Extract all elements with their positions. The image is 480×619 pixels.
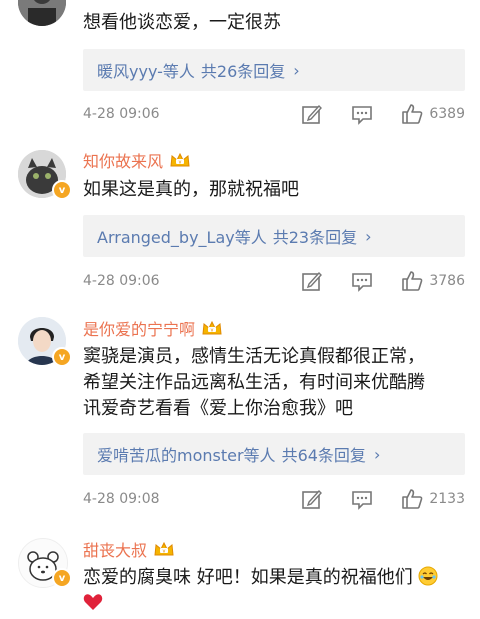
- username[interactable]: 是你爱的宁宁啊: [83, 316, 195, 340]
- verified-badge-icon: v: [52, 180, 72, 200]
- comment-line: 窦骁是演员，感情生活无论真假都很正常，: [83, 346, 425, 367]
- chevron-right-icon: ›: [293, 60, 300, 80]
- heart-emoji-icon: [83, 593, 470, 619]
- crown-icon: v: [154, 541, 174, 556]
- comment-actions: 2133: [301, 484, 465, 514]
- username-row: 甜丧大叔 v: [83, 537, 175, 561]
- svg-text:v: v: [211, 328, 214, 334]
- comment-icon[interactable]: [351, 270, 373, 292]
- comment-text: 窦骁是演员，感情生活无论真假都很正常， 希望关注作品远离私生活，有时间来优酷腾 …: [83, 344, 460, 422]
- reply-users: 爱啃苦瓜的monster等人: [97, 446, 276, 465]
- edit-icon[interactable]: [301, 103, 323, 125]
- timestamp: 4-28 09:06: [83, 106, 160, 122]
- edit-icon[interactable]: [301, 270, 323, 292]
- like-count: 2133: [429, 491, 465, 507]
- username-row: 知你故来风 v: [83, 148, 191, 172]
- reply-users: Arranged_by_Lay等人: [97, 228, 267, 247]
- crown-icon: v: [202, 320, 222, 335]
- chevron-right-icon: ›: [365, 226, 372, 246]
- replies-link[interactable]: Arranged_by_Lay等人 共23条回复 ›: [83, 215, 465, 257]
- avatar-image-icon: [18, 0, 66, 26]
- comment-meta: 4-28 09:06 3786: [83, 266, 465, 296]
- like-button[interactable]: 6389: [401, 103, 465, 125]
- like-button[interactable]: 2133: [401, 488, 465, 510]
- chevron-right-icon: ›: [373, 444, 381, 464]
- like-button[interactable]: 3786: [401, 270, 465, 292]
- comment-actions: 3786: [301, 266, 465, 296]
- comment-line: 讯爱奇艺看看《爱上你治愈我》吧: [83, 398, 353, 419]
- timestamp: 4-28 09:06: [83, 273, 160, 289]
- comment-feed: 想看他谈恋爱，一定很苏 暖风yyy-等人 共26条回复 › 4-28 09:06…: [0, 0, 480, 610]
- comment-actions: 6389: [301, 99, 465, 129]
- replies-link[interactable]: 爱啃苦瓜的monster等人 共64条回复 ›: [83, 433, 465, 475]
- reply-users: 暖风yyy-等人: [97, 62, 195, 81]
- edit-icon[interactable]: [301, 488, 323, 510]
- svg-text:v: v: [179, 160, 182, 166]
- comment-text: 如果这是真的，那就祝福吧: [83, 179, 299, 200]
- comment-icon[interactable]: [351, 103, 373, 125]
- reply-count: 共23条回复: [272, 228, 358, 247]
- comment-line: 恋爱的腐臭味 好吧！如果是真的祝福他们: [83, 567, 413, 588]
- comment-meta: 4-28 09:08 2133: [83, 484, 465, 514]
- laughing-emoji-icon: [418, 566, 438, 586]
- comment-text: 恋爱的腐臭味 好吧！如果是真的祝福他们: [83, 565, 470, 619]
- reply-count: 共26条回复: [200, 62, 286, 81]
- comment-icon[interactable]: [351, 488, 373, 510]
- comment-text: 想看他谈恋爱，一定很苏: [83, 12, 281, 33]
- like-count: 6389: [429, 106, 465, 122]
- like-icon: [402, 104, 423, 124]
- like-count: 3786: [429, 273, 465, 289]
- username[interactable]: 知你故来风: [83, 148, 163, 172]
- reply-count: 共64条回复: [281, 446, 366, 465]
- username-row: 是你爱的宁宁啊 v: [83, 316, 223, 340]
- avatar[interactable]: [18, 0, 66, 26]
- comment-line: 希望关注作品远离私生活，有时间来优酷腾: [83, 372, 425, 393]
- like-icon: [402, 271, 423, 291]
- verified-badge-icon: v: [52, 347, 72, 367]
- timestamp: 4-28 09:08: [83, 491, 160, 507]
- comment-meta: 4-28 09:06 6389: [83, 99, 465, 129]
- replies-link[interactable]: 暖风yyy-等人 共26条回复 ›: [83, 49, 465, 91]
- like-icon: [402, 489, 423, 509]
- crown-icon: v: [170, 152, 190, 167]
- username[interactable]: 甜丧大叔: [83, 537, 147, 561]
- svg-text:v: v: [163, 549, 166, 555]
- verified-badge-icon: v: [52, 568, 72, 588]
